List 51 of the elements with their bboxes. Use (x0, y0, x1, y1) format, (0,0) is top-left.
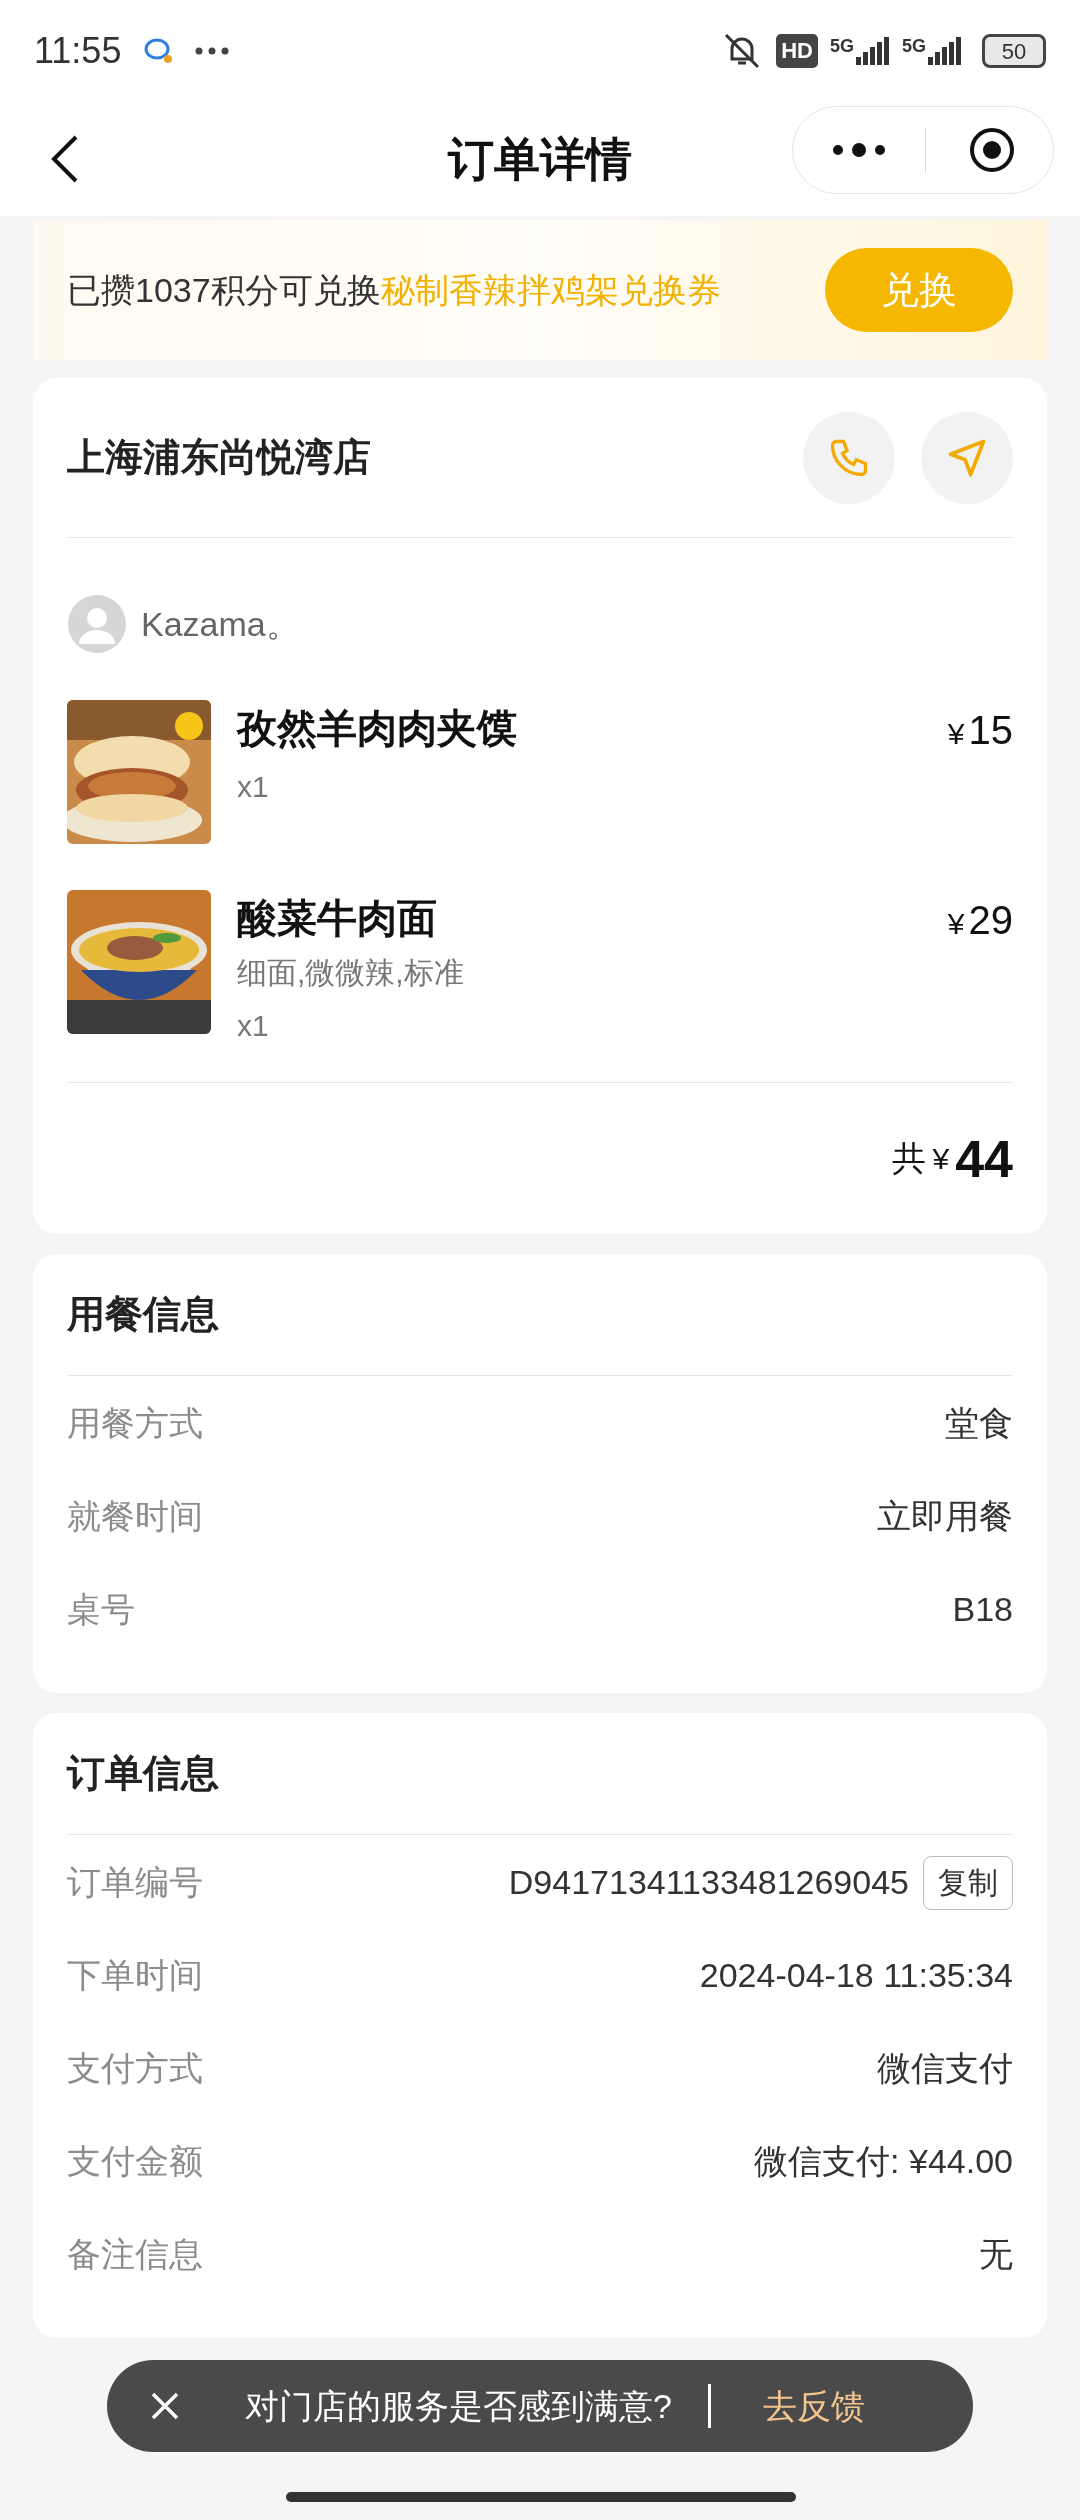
field-label: 就餐时间 (67, 1496, 203, 1537)
chat-bubble-icon (143, 37, 174, 65)
field-value: 微信支付 (877, 2048, 1013, 2089)
user-name: Kazama。 (141, 603, 300, 645)
item-quantity: x1 (237, 769, 270, 805)
points-text: 已攒1037积分可兑换秘制香辣拌鸡架兑换券 (67, 269, 721, 311)
more-icon (195, 47, 230, 55)
clock: 11:55 (34, 29, 122, 73)
item-quantity: x1 (237, 1008, 270, 1044)
field-value: 立即用餐 (877, 1496, 1013, 1537)
close-target-icon[interactable] (968, 126, 1016, 174)
item-options: 细面,微微辣,标准 (237, 950, 922, 995)
field-label: 桌号 (67, 1589, 135, 1630)
total-label: 共 (892, 1138, 927, 1179)
toast-message: 对门店的服务是否感到满意? (245, 2385, 672, 2427)
field-label: 下单时间 (67, 1955, 203, 1996)
currency-sign: ¥ (932, 1141, 950, 1177)
field-value: 微信支付: ¥44.00 (754, 2141, 1013, 2182)
network-label: 5G (902, 37, 926, 55)
signal-icon (928, 37, 962, 65)
field-label: 备注信息 (67, 2234, 203, 2275)
battery-indicator: 50 (982, 34, 1046, 68)
field-label: 用餐方式 (67, 1403, 203, 1444)
field-label: 支付金额 (67, 2141, 203, 2182)
field-value: D94171341133481269045 (508, 1862, 909, 1903)
page-title: 订单详情 (448, 131, 632, 187)
field-value: 无 (979, 2234, 1013, 2275)
network-label: 5G (829, 37, 854, 55)
item-name: 酸菜牛肉面 (237, 895, 438, 942)
section-title: 用餐信息 (67, 1254, 1013, 1376)
field-value: 2024-04-18 11:35:34 (699, 1955, 1013, 1996)
close-icon[interactable] (151, 2392, 179, 2420)
total-amount: 44 (955, 1128, 1013, 1190)
item-price: 15 (968, 707, 1013, 754)
back-icon[interactable] (50, 134, 80, 184)
field-value: B18 (952, 1589, 1013, 1630)
item-price: 29 (968, 897, 1013, 944)
section-title: 订单信息 (67, 1713, 1013, 1835)
field-value: 堂食 (945, 1403, 1013, 1444)
field-label: 支付方式 (67, 2048, 203, 2089)
currency-sign: ¥ (947, 906, 965, 942)
store-name: 上海浦东尚悦湾店 (67, 435, 371, 480)
field-label: 订单编号 (67, 1862, 203, 1903)
feedback-link[interactable]: 去反馈 (762, 2380, 865, 2432)
signal-icon (856, 37, 890, 65)
more-icon[interactable] (831, 143, 887, 157)
copy-button[interactable]: 复制 (923, 1855, 1013, 1910)
currency-sign: ¥ (947, 716, 965, 752)
hd-badge: HD (776, 34, 818, 68)
avatar-icon (67, 594, 127, 654)
item-name: 孜然羊肉肉夹馍 (237, 705, 518, 752)
